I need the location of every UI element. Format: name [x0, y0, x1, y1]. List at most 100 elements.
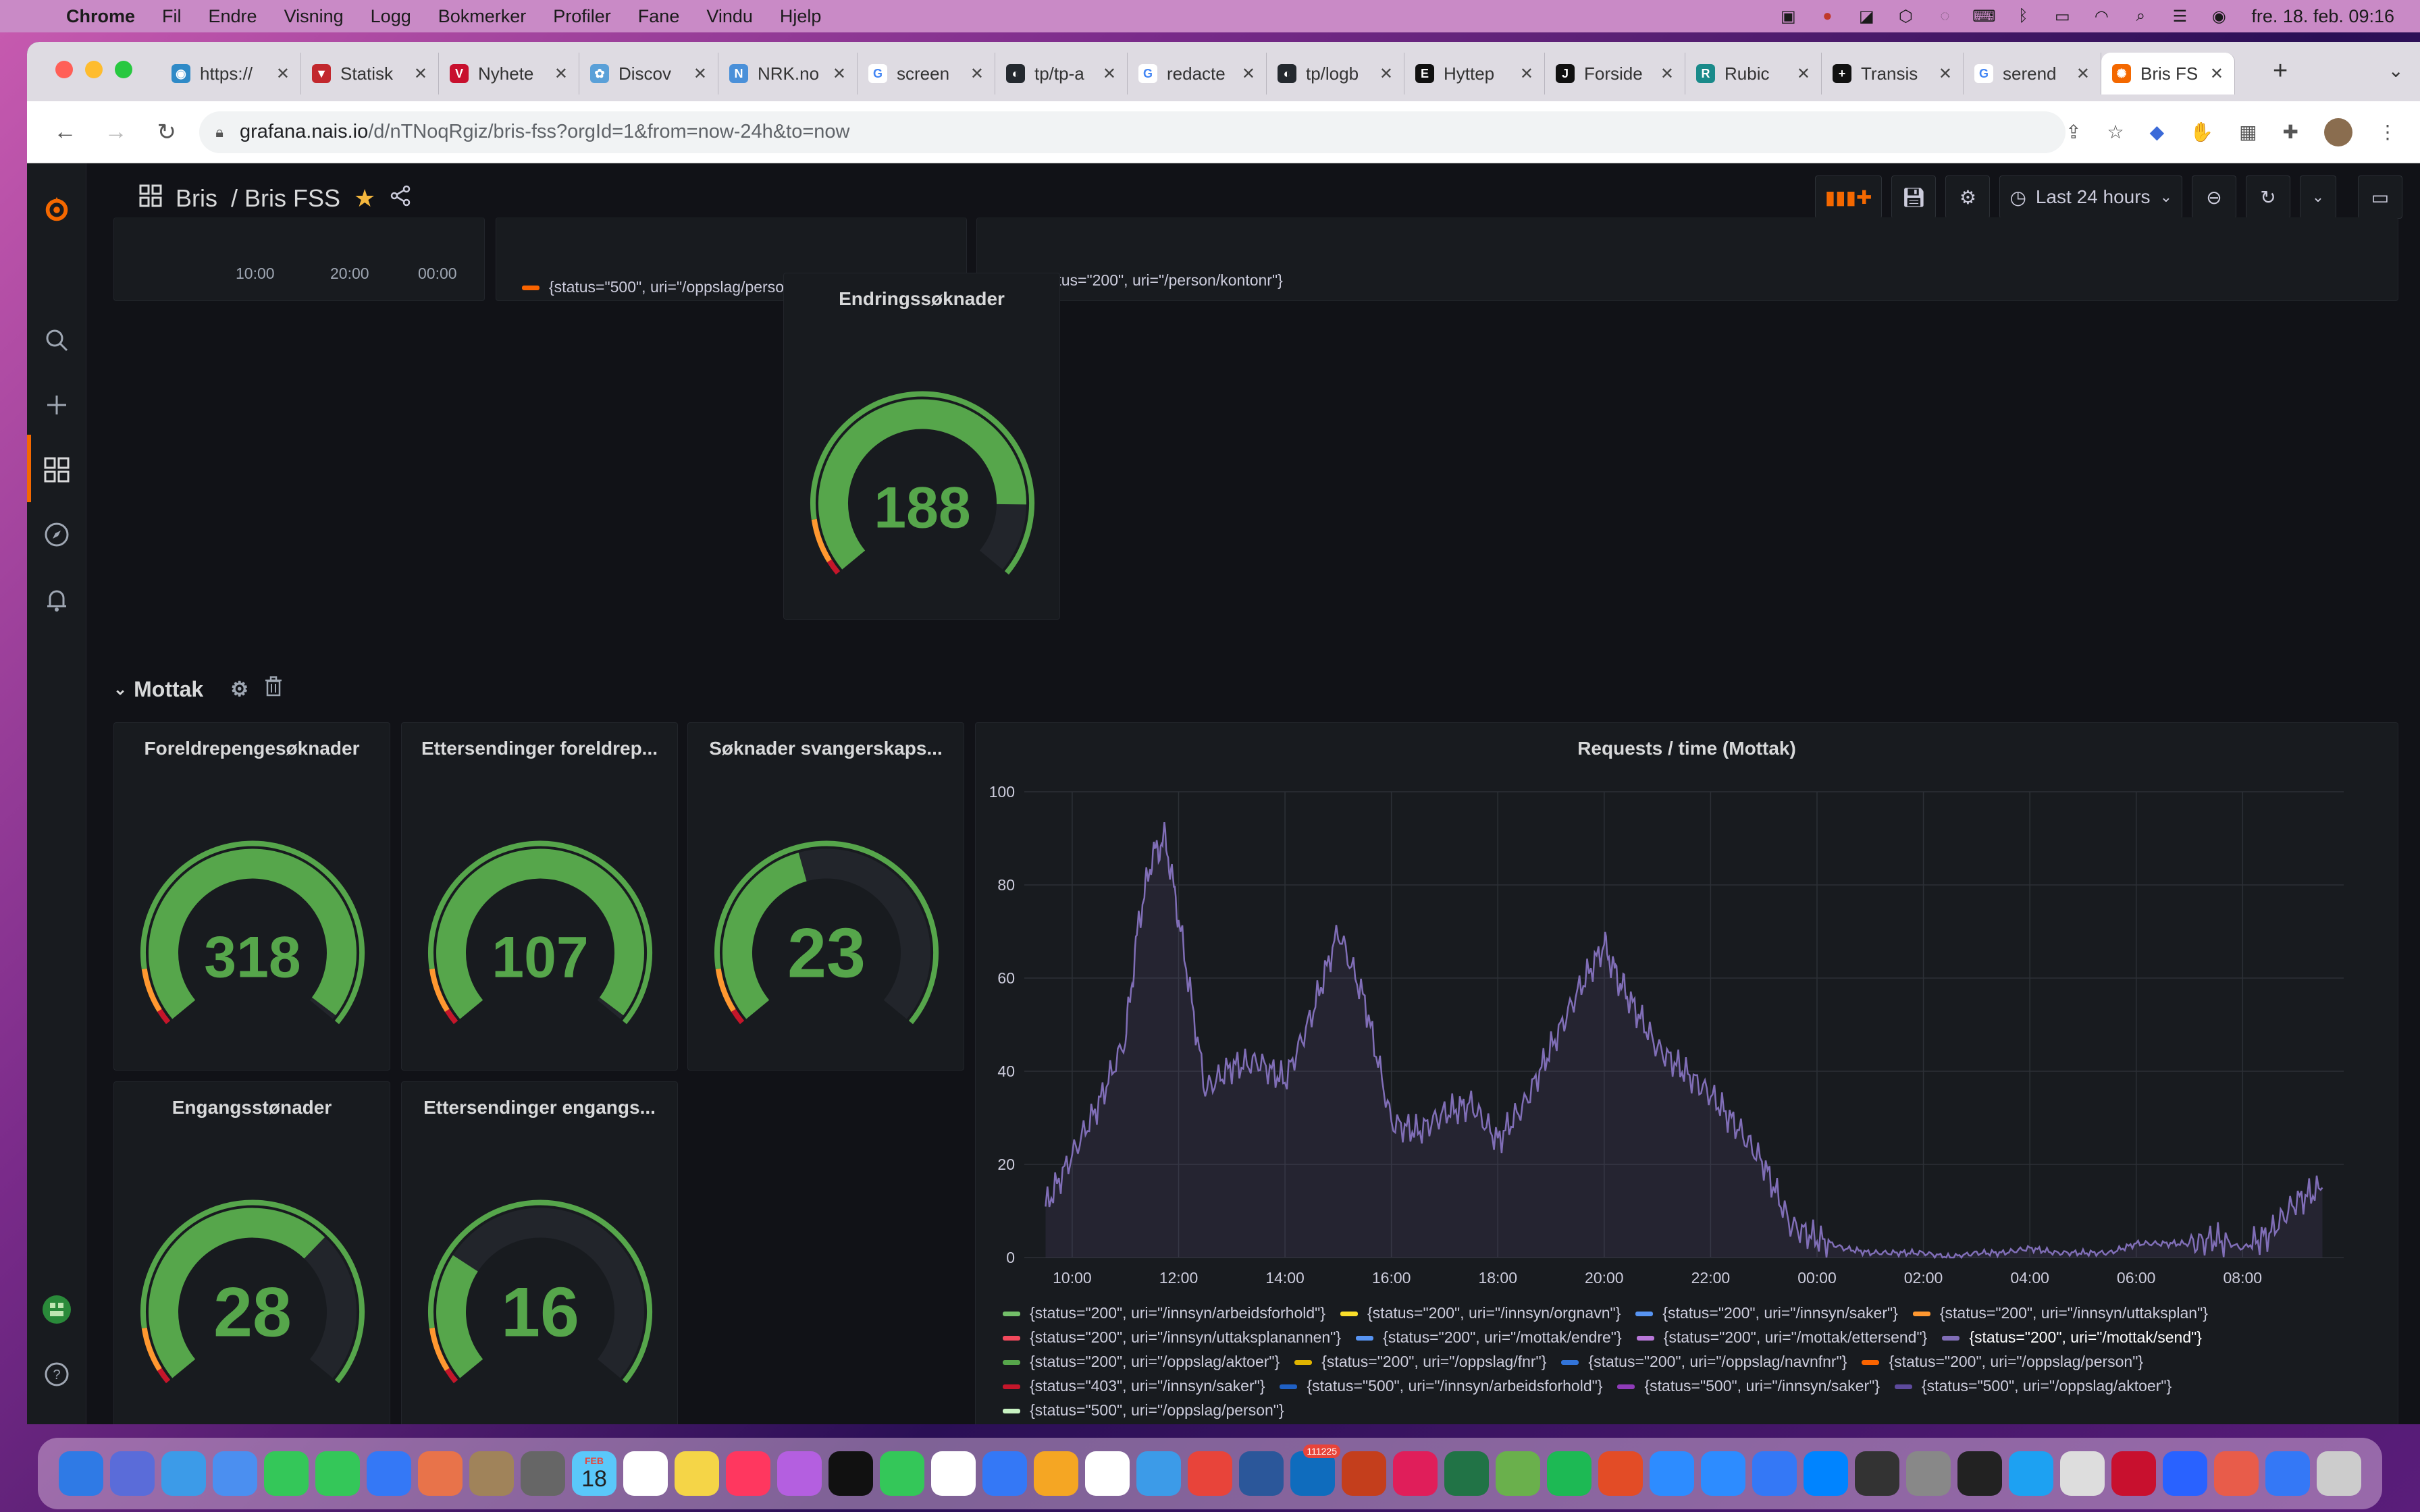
legend-item[interactable]: {status="200", uri="/oppslag/fnr"}: [1294, 1349, 1546, 1374]
dock-app-icon[interactable]: [264, 1451, 309, 1496]
refresh-button[interactable]: ↻: [2246, 176, 2290, 219]
browser-tab[interactable]: ◐ tp/tp-a ✕: [995, 53, 1128, 94]
browser-tab[interactable]: Gserend ✕: [1964, 53, 2101, 94]
explore-compass-icon[interactable]: [42, 520, 72, 549]
close-tab-icon[interactable]: ✕: [1797, 64, 1810, 84]
dock-app-icon[interactable]: [726, 1451, 770, 1496]
timeseries-panel-requests-mottak[interactable]: Requests / time (Mottak) 0 20 40 60 80 100 10:…: [975, 722, 2398, 1424]
row-header-mottak[interactable]: ⌄ Mottak ⚙: [113, 676, 282, 702]
dock-app-icon[interactable]: [418, 1451, 463, 1496]
gauge-panel-ettersendinger-engangsstonad[interactable]: Ettersendinger engangs... 16: [401, 1081, 678, 1424]
dock-app-icon[interactable]: [2163, 1451, 2207, 1496]
cycle-view-mode-button[interactable]: ▭: [2358, 176, 2402, 219]
recording-icon[interactable]: ●: [1816, 7, 1838, 26]
dock-app-icon[interactable]: [675, 1451, 719, 1496]
zoom-status-icon[interactable]: ▣: [1777, 7, 1799, 26]
menu-item-logg[interactable]: Logg: [371, 6, 411, 27]
refresh-interval-dropdown[interactable]: ⌄: [2300, 176, 2336, 219]
profile-avatar[interactable]: [2324, 117, 2353, 146]
close-tab-icon[interactable]: ✕: [554, 64, 568, 84]
close-tab-icon[interactable]: ✕: [833, 64, 846, 84]
menu-item-fil[interactable]: Fil: [162, 6, 182, 27]
dock-app-icon[interactable]: [1136, 1451, 1181, 1496]
legend-item[interactable]: {status="200", uri="/innsyn/saker"}: [1635, 1301, 1898, 1325]
favorite-star-icon[interactable]: ★: [354, 184, 375, 213]
dock-app-icon[interactable]: [1598, 1451, 1643, 1496]
close-tab-icon[interactable]: ✕: [414, 64, 427, 84]
chrome-menu-icon[interactable]: ⋮: [2378, 121, 2397, 143]
siri-icon[interactable]: ◉: [2208, 7, 2230, 26]
dock-app-icon[interactable]: [110, 1451, 155, 1496]
legend-item[interactable]: {status="200", uri="/oppslag/aktoer"}: [1003, 1349, 1280, 1374]
close-window-button[interactable]: [55, 61, 73, 78]
time-picker-button[interactable]: ◷ Last 24 hours ⌄: [1999, 176, 2182, 219]
back-button[interactable]: ←: [53, 119, 78, 145]
close-tab-icon[interactable]: ✕: [1103, 64, 1116, 84]
user-avatar-icon[interactable]: [42, 1295, 72, 1324]
dock-app-icon[interactable]: [2317, 1451, 2361, 1496]
dock-app-icon[interactable]: [469, 1451, 514, 1496]
row-delete-trash-icon[interactable]: [265, 676, 282, 702]
browser-tab[interactable]: N NRK.no ✕: [718, 53, 858, 94]
legend-item[interactable]: {status="200", uri="/mottak/send"}: [1942, 1325, 2202, 1349]
tab-search-chevron-icon[interactable]: ⌄: [2388, 59, 2404, 82]
menu-item-hjelp[interactable]: Hjelp: [780, 6, 822, 27]
legend-item[interactable]: {status="200", uri="/innsyn/orgnavn"}: [1340, 1301, 1621, 1325]
menu-item-bokmerker[interactable]: Bokmerker: [438, 6, 527, 27]
dock-app-icon[interactable]: [828, 1451, 873, 1496]
gauge-panel-svangerskapspenger[interactable]: Søknader svangerskaps... 23: [687, 722, 964, 1071]
dock-app-icon[interactable]: [1701, 1451, 1745, 1496]
legend-item[interactable]: {status="200", uri="/oppslag/person"}: [1862, 1349, 2143, 1374]
dock-app-icon[interactable]: [1547, 1451, 1592, 1496]
browser-tab[interactable]: E Hyttep ✕: [1404, 53, 1545, 94]
dock-app-icon[interactable]: [1957, 1451, 2002, 1496]
dock-app-icon[interactable]: [1804, 1451, 1848, 1496]
dock-app-icon[interactable]: [623, 1451, 668, 1496]
chevron-down-icon[interactable]: ⌄: [113, 680, 127, 699]
dock-app-icon[interactable]: [1342, 1451, 1386, 1496]
legend-item[interactable]: {status="500", uri="/oppslag/person"}: [1003, 1398, 1284, 1422]
close-tab-icon[interactable]: ✕: [970, 64, 984, 84]
browser-tab[interactable]: V Nyhete ✕: [439, 53, 579, 94]
close-tab-icon[interactable]: ✕: [693, 64, 707, 84]
dock-app-icon[interactable]: [213, 1451, 257, 1496]
gauge-panel-engangsstonader[interactable]: Engangsstønader 28: [113, 1081, 390, 1424]
dashboards-icon[interactable]: [42, 455, 72, 485]
dock-app-icon[interactable]: [1906, 1451, 1951, 1496]
dock-app-icon[interactable]: [315, 1451, 360, 1496]
create-plus-icon[interactable]: [42, 390, 72, 420]
reload-button[interactable]: ↻: [154, 119, 179, 146]
dock-app-icon[interactable]: [1034, 1451, 1078, 1496]
new-tab-button[interactable]: +: [2273, 57, 2288, 86]
search-icon[interactable]: [42, 325, 72, 355]
close-tab-icon[interactable]: ✕: [1379, 64, 1393, 84]
dock-app-icon[interactable]: [2214, 1451, 2259, 1496]
browser-tab[interactable]: ▼ Statisk ✕: [301, 53, 439, 94]
row-settings-gear-icon[interactable]: ⚙: [230, 678, 248, 701]
wifi-icon[interactable]: ◠: [2090, 7, 2112, 26]
menu-app-chrome[interactable]: Chrome: [66, 6, 135, 27]
dock-app-icon[interactable]: [1188, 1451, 1232, 1496]
save-dashboard-button[interactable]: 💾︎: [1891, 176, 1937, 219]
share-dashboard-icon[interactable]: [389, 184, 412, 213]
close-tab-icon[interactable]: ✕: [276, 64, 290, 84]
extension-1-icon[interactable]: ◆: [2150, 121, 2165, 143]
dock-app-icon[interactable]: [1496, 1451, 1540, 1496]
grafana-logo-icon[interactable]: [42, 194, 72, 224]
control-center-icon[interactable]: ☰: [2169, 7, 2190, 26]
keyboard-icon[interactable]: ⌨: [1972, 7, 1996, 26]
dashboard-title[interactable]: / Bris FSS: [231, 184, 340, 213]
partial-legend-item[interactable]: {status="500", uri="/oppslag/person"}: [522, 278, 804, 296]
fullscreen-window-button[interactable]: [115, 61, 132, 78]
dock-app-icon[interactable]: [1752, 1451, 1797, 1496]
calendar-app-icon[interactable]: FEB 18: [572, 1451, 616, 1496]
extensions-puzzle-icon[interactable]: ✚: [2283, 121, 2298, 143]
dock-app-icon[interactable]: [2009, 1451, 2053, 1496]
dock-app-icon[interactable]: [1085, 1451, 1130, 1496]
dock-app-icon[interactable]: [982, 1451, 1027, 1496]
menu-item-profiler[interactable]: Profiler: [553, 6, 611, 27]
forward-button[interactable]: →: [103, 119, 128, 145]
close-tab-icon[interactable]: ✕: [1520, 64, 1533, 84]
legend-item[interactable]: {status="200", uri="/mottak/ettersend"}: [1636, 1325, 1927, 1349]
menu-item-fane[interactable]: Fane: [638, 6, 680, 27]
